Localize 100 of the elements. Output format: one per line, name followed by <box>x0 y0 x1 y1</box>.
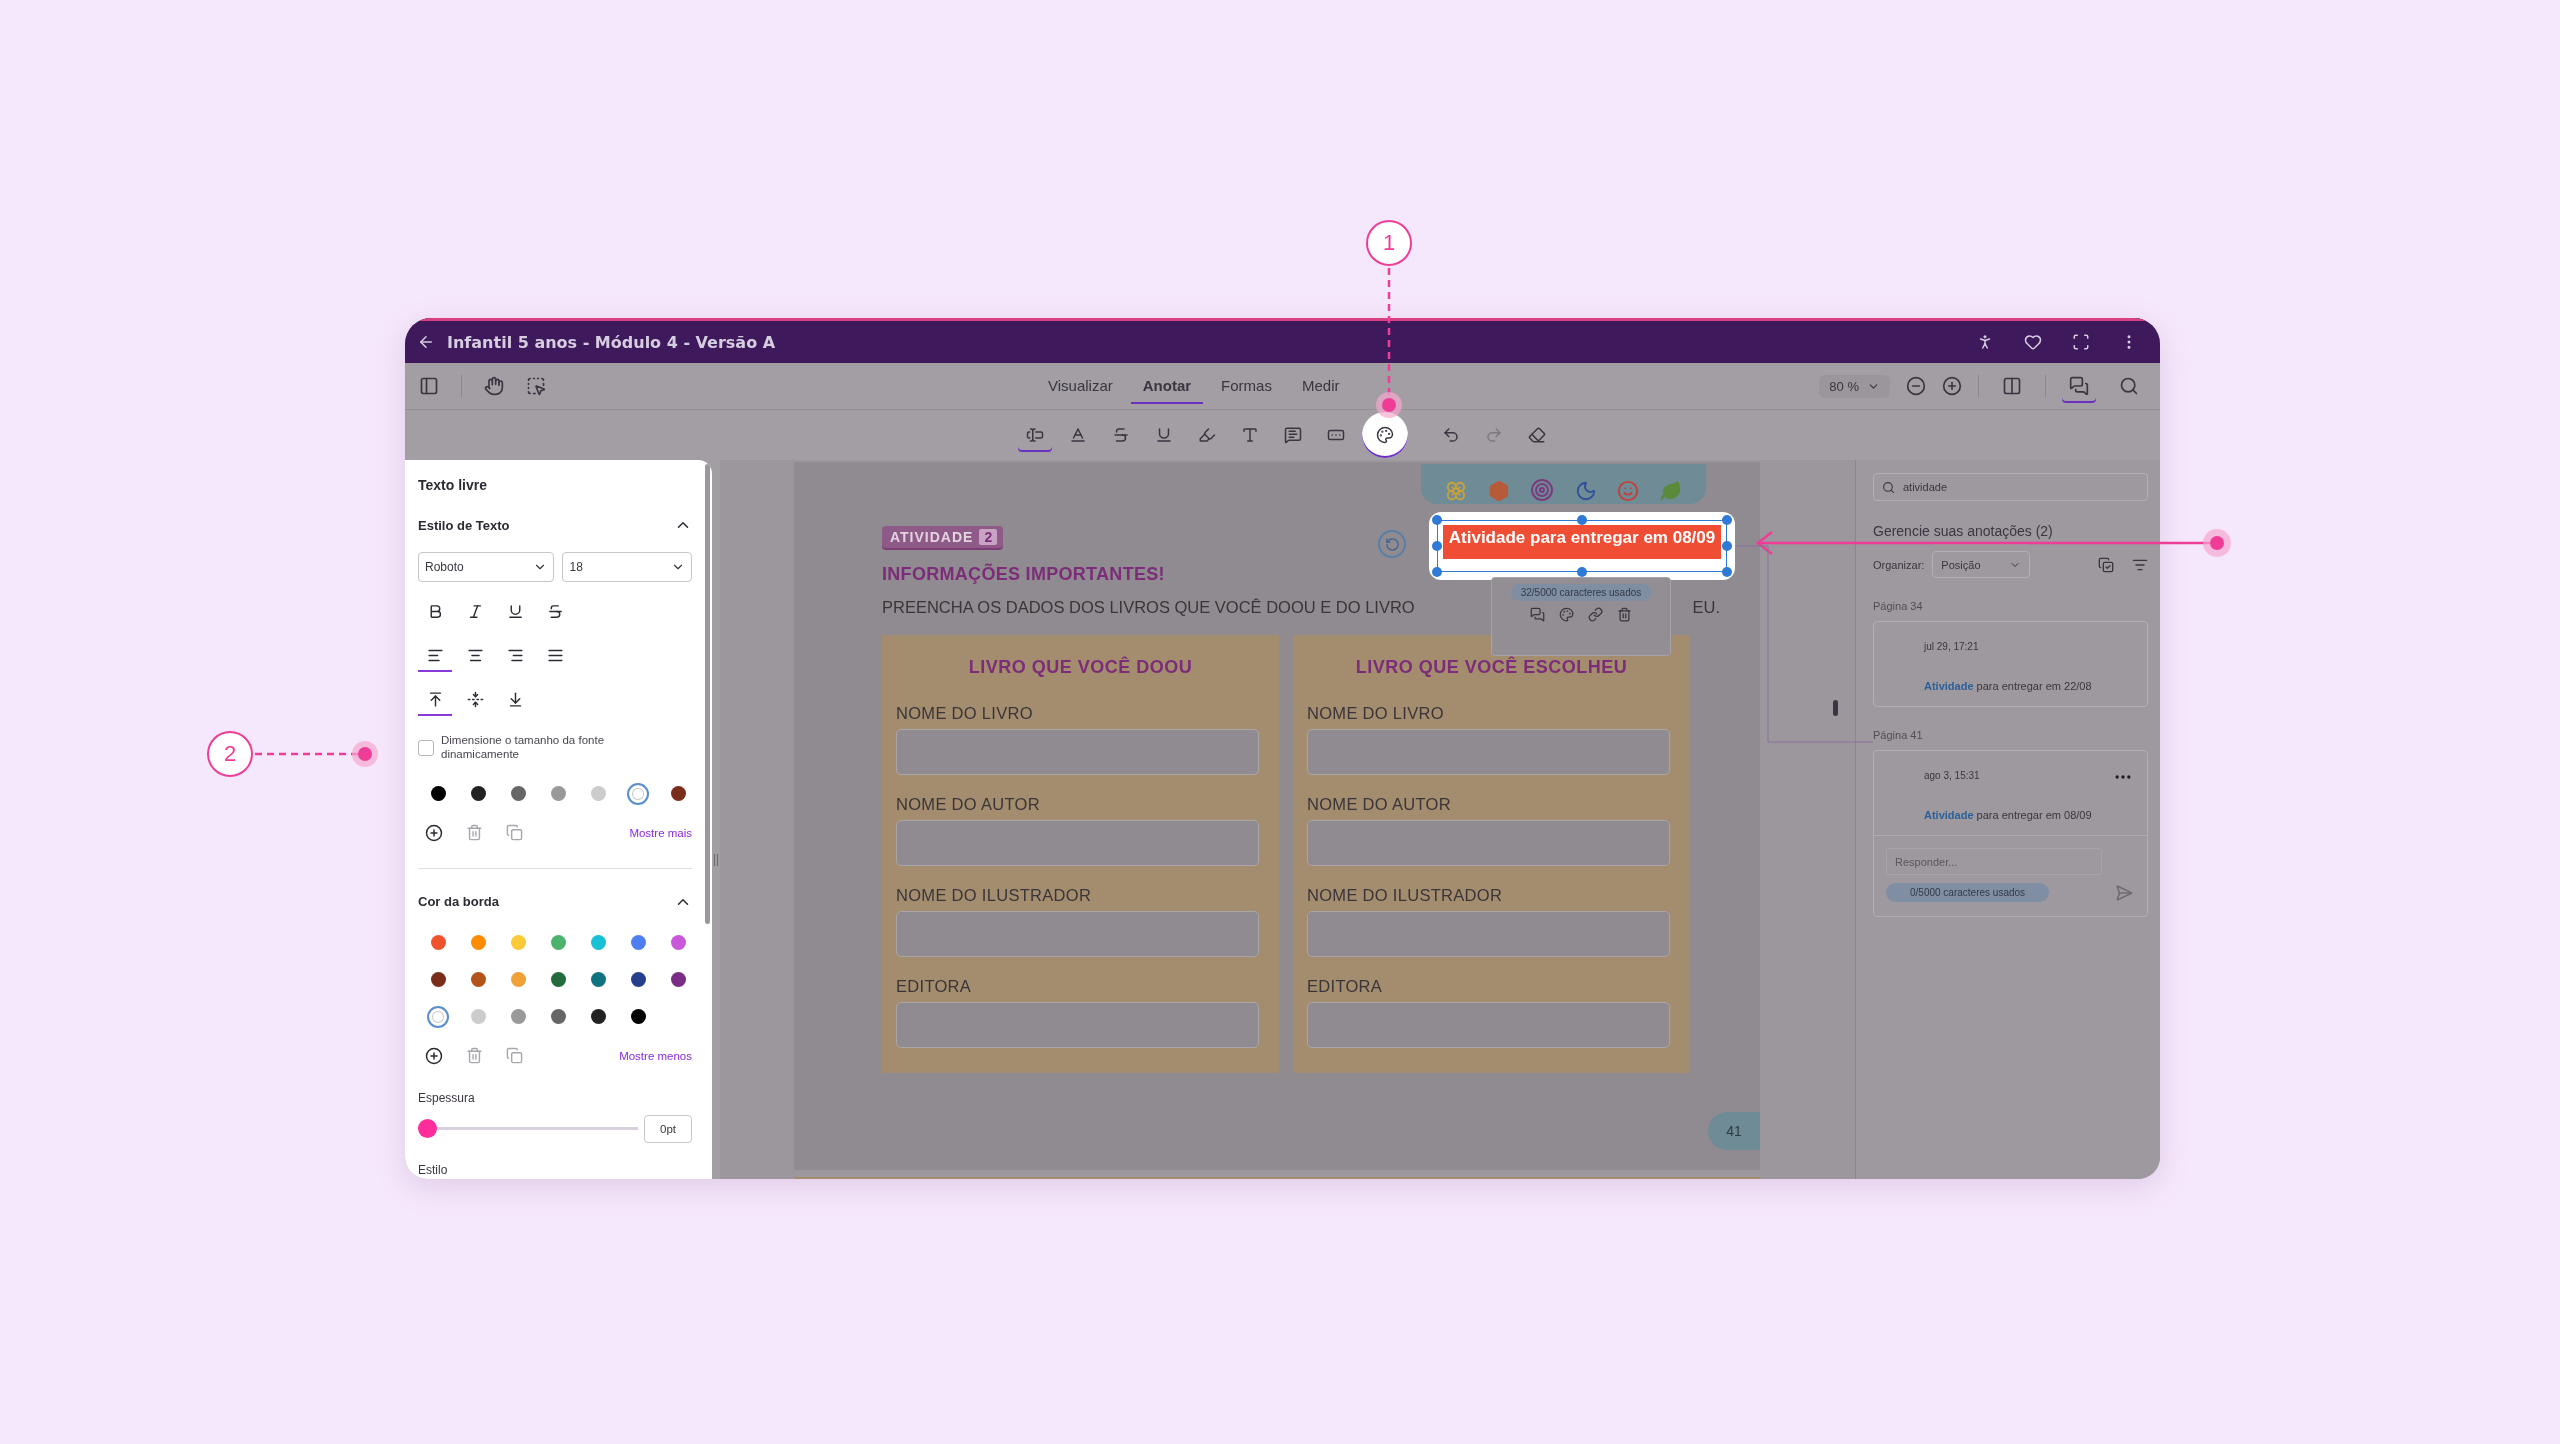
add-icon <box>425 823 443 842</box>
color-swatch[interactable] <box>590 935 606 951</box>
copy-icon[interactable] <box>2098 556 2114 573</box>
tab[interactable]: Anotar <box>1130 368 1204 404</box>
input-field[interactable] <box>896 911 1259 957</box>
field-label: Espessura <box>418 1090 476 1105</box>
instruction-text: EU. <box>1692 598 1720 617</box>
color-swatch[interactable] <box>510 972 526 988</box>
comment-icon[interactable] <box>1530 607 1545 622</box>
input-field[interactable] <box>1307 1002 1670 1048</box>
heading: INFORMAÇÕES IMPORTANTES! <box>882 564 1165 585</box>
size-select[interactable]: 18 <box>562 552 692 582</box>
input-field[interactable] <box>1307 911 1670 957</box>
palette-button[interactable] <box>1362 412 1408 458</box>
resize-handle[interactable] <box>1722 567 1732 577</box>
window-title: Infantil 5 anos - Módulo 4 - Versão A <box>447 332 777 352</box>
color-swatch[interactable] <box>510 1009 526 1025</box>
color-swatch[interactable] <box>430 972 446 988</box>
annotation-date: ago 3, 15:31 <box>1924 770 1980 781</box>
slider-thumb[interactable] <box>418 1119 437 1139</box>
back-icon[interactable] <box>417 333 435 351</box>
hand-icon[interactable] <box>484 376 504 396</box>
refresh-icon <box>1384 536 1400 552</box>
resize-handle[interactable] <box>1577 567 1587 577</box>
tab[interactable]: Visualizar <box>1036 368 1125 404</box>
toggle-colors-link[interactable]: Mostre mais <box>629 826 692 839</box>
thickness-field[interactable]: 0pt <box>644 1114 692 1143</box>
input-field[interactable] <box>896 1002 1259 1048</box>
page-view-icon <box>2002 376 2022 396</box>
field-label: NOME DO AUTOR <box>896 795 1041 814</box>
heart-icon[interactable] <box>2024 333 2042 351</box>
scrollbar[interactable] <box>705 464 710 924</box>
search-field[interactable]: atividade <box>1873 473 2148 501</box>
page-number: 41 <box>1708 1112 1760 1150</box>
color-swatch[interactable] <box>470 786 486 802</box>
zoom-out-icon[interactable] <box>1906 376 1926 396</box>
font-select[interactable]: Roboto <box>418 552 555 582</box>
color-swatch[interactable] <box>550 972 566 988</box>
zoom-in-icon[interactable] <box>1942 376 1962 396</box>
resize-handle[interactable] <box>1432 541 1442 551</box>
color-swatch[interactable] <box>427 1005 449 1028</box>
color-swatch[interactable] <box>510 786 526 802</box>
scrollbar[interactable] <box>1833 700 1838 716</box>
checkbox[interactable] <box>418 739 434 756</box>
color-swatch[interactable] <box>670 935 686 951</box>
color-swatch[interactable] <box>670 972 686 988</box>
trash-icon <box>465 1047 483 1065</box>
color-swatch[interactable] <box>670 786 686 802</box>
search-icon <box>2119 376 2139 396</box>
resize-handle[interactable] <box>1722 515 1732 525</box>
color-swatch[interactable] <box>590 972 606 988</box>
tab[interactable]: Medir <box>1289 368 1352 404</box>
color-swatch[interactable] <box>590 786 606 802</box>
palette-icon[interactable] <box>1559 607 1574 622</box>
zoom-select[interactable]: 80 % <box>1819 374 1890 398</box>
sort-select[interactable]: Posição <box>1932 551 2031 578</box>
annotation-card[interactable]: ago 3, 15:31 Atividade para entregar em 08/09 Responder... 0/5000 caracteres usados <box>1873 750 2148 917</box>
input-field[interactable] <box>896 729 1259 775</box>
callout-number: 1 <box>1366 220 1412 266</box>
sidebar-icon[interactable] <box>419 376 439 396</box>
trash-icon[interactable] <box>1617 607 1632 622</box>
resize-handle[interactable] <box>1577 515 1587 525</box>
color-swatch[interactable] <box>470 935 486 951</box>
target-icon[interactable] <box>1530 478 1555 502</box>
color-swatch[interactable] <box>630 935 646 951</box>
color-swatch[interactable] <box>550 1009 566 1025</box>
text-box-icon <box>1026 426 1044 444</box>
input-field[interactable] <box>896 820 1259 866</box>
color-swatch[interactable] <box>550 935 566 951</box>
resize-handle[interactable] <box>1722 541 1732 551</box>
toggle-colors-link[interactable]: Mostre menos <box>619 1049 692 1062</box>
undo-icon <box>1442 426 1460 444</box>
color-swatch[interactable] <box>590 1009 606 1025</box>
panel-title: Texto livre <box>418 476 488 495</box>
resize-handle[interactable] <box>1432 515 1442 525</box>
resize-handle[interactable] <box>1432 567 1442 577</box>
color-swatch[interactable] <box>470 972 486 988</box>
align-middle-icon <box>466 690 484 708</box>
color-swatch[interactable] <box>627 782 649 805</box>
input-field[interactable] <box>1307 729 1670 775</box>
color-swatch[interactable] <box>630 1009 646 1025</box>
color-swatch[interactable] <box>430 935 446 951</box>
reply-field[interactable]: Responder... <box>1886 848 2102 875</box>
checkbox-label: Dimensione o tamanho da fonte dinamicamente <box>441 734 606 762</box>
fullscreen-icon[interactable] <box>2072 333 2090 351</box>
color-swatch[interactable] <box>510 935 526 951</box>
color-swatch[interactable] <box>430 786 446 802</box>
tab[interactable]: Formas <box>1209 368 1284 404</box>
annotation-card[interactable]: jul 29, 17:21 Atividade para entregar em 22/08 <box>1873 621 2148 707</box>
annotation-text: Atividade para entregar em 08/09 <box>1924 809 2093 821</box>
color-swatch[interactable] <box>470 1009 486 1025</box>
color-swatch[interactable] <box>630 972 646 988</box>
selection-icon[interactable] <box>526 376 546 396</box>
resize-handle[interactable] <box>714 853 718 866</box>
moon-icon[interactable] <box>1574 480 1597 502</box>
color-swatch[interactable] <box>550 786 566 802</box>
underline-icon <box>1155 426 1173 444</box>
link-icon[interactable] <box>1588 607 1603 622</box>
note-text[interactable]: Atividade para entregar em 08/09 <box>1443 525 1721 559</box>
input-field[interactable] <box>1307 820 1670 866</box>
